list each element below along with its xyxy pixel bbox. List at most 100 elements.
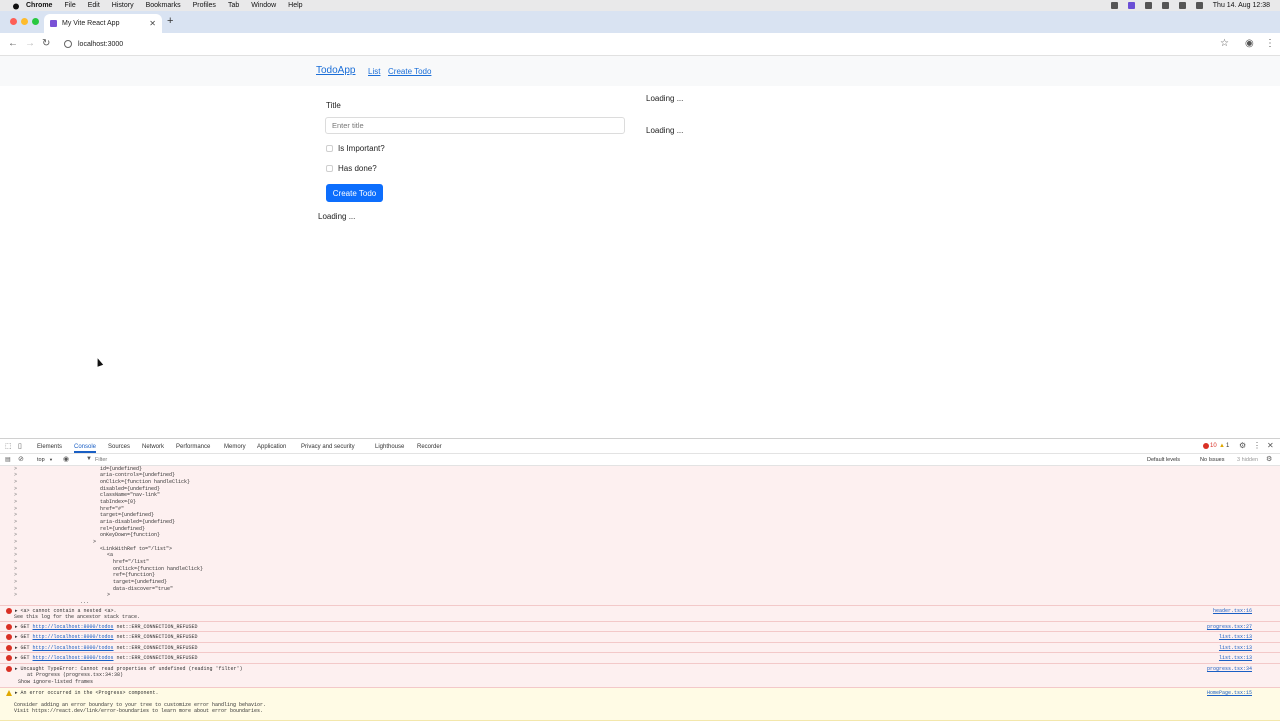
profile-icon[interactable]: ◉ <box>1245 38 1254 49</box>
console-error-row[interactable]: ▸ <a> cannot contain a nested <a>. See th… <box>0 606 1280 622</box>
window-zoom-icon[interactable] <box>32 18 39 25</box>
request-url-link[interactable]: http://localhost:8000/todos <box>33 624 114 630</box>
more-options-icon[interactable]: ⋮ <box>1253 441 1261 450</box>
devtools-tab-performance[interactable]: Performance <box>176 444 210 450</box>
console-filter-input[interactable]: Filter <box>95 457 107 463</box>
request-url-link[interactable]: http://localhost:8000/todos <box>33 634 114 640</box>
issues-link[interactable]: No Issues <box>1200 457 1224 463</box>
expand-arrow-icon[interactable]: > <box>14 479 17 485</box>
important-checkbox[interactable] <box>326 145 333 152</box>
expand-arrow-icon[interactable]: > <box>14 539 17 545</box>
source-link[interactable]: header.tsx:16 <box>1213 608 1252 614</box>
console-settings-icon[interactable]: ⚙ <box>1266 455 1272 463</box>
site-info-icon[interactable] <box>64 40 72 48</box>
console-error-row[interactable]: ▸ GET http://localhost:8000/todos net::E… <box>0 632 1280 643</box>
context-selector[interactable]: top <box>37 457 45 463</box>
device-toolbar-icon[interactable]: ▯ <box>18 442 22 450</box>
eye-icon[interactable]: ◉ <box>63 455 69 463</box>
stack-trace-line: onClick={function handleClick} <box>100 479 191 485</box>
reload-icon[interactable]: ↻ <box>42 38 50 49</box>
devtools-tab-lighthouse[interactable]: Lighthouse <box>375 444 404 450</box>
error-count-icon[interactable] <box>1203 443 1209 449</box>
new-tab-icon[interactable]: + <box>167 15 173 27</box>
status-icon[interactable] <box>1110 2 1118 9</box>
spotlight-icon[interactable] <box>1178 2 1186 9</box>
expand-arrow-icon[interactable]: > <box>14 492 17 498</box>
bookmark-star-icon[interactable]: ☆ <box>1220 38 1229 49</box>
title-input[interactable] <box>325 117 625 134</box>
expand-arrow-icon[interactable]: > <box>14 552 17 558</box>
menu-app-name[interactable]: Chrome <box>26 2 52 9</box>
devtools-tab-sources[interactable]: Sources <box>108 444 130 450</box>
expand-arrow-icon[interactable]: > <box>14 519 17 525</box>
devtools-tab-network[interactable]: Network <box>142 444 164 450</box>
done-checkbox[interactable] <box>326 165 333 172</box>
back-arrow-icon[interactable]: ← <box>8 38 18 49</box>
forward-arrow-icon[interactable]: → <box>25 38 35 49</box>
address-bar[interactable]: localhost:3000 <box>58 37 1238 52</box>
devtools-tab-memory[interactable]: Memory <box>224 444 246 450</box>
control-center-icon[interactable] <box>1195 2 1203 9</box>
menu-edit[interactable]: Edit <box>88 2 100 9</box>
source-link[interactable]: HomePage.tsx:15 <box>1207 690 1252 696</box>
menu-history[interactable]: History <box>112 2 134 9</box>
menu-window[interactable]: Window <box>251 2 276 9</box>
menu-file[interactable]: File <box>64 2 75 9</box>
request-url-link[interactable]: http://localhost:8000/todos <box>33 645 114 651</box>
window-minimize-icon[interactable] <box>21 18 28 25</box>
brand-link[interactable]: TodoApp <box>316 65 355 76</box>
sidebar-toggle-icon[interactable]: ▤ <box>5 456 11 463</box>
warning-count[interactable]: 1 <box>1226 443 1229 449</box>
close-devtools-icon[interactable]: ✕ <box>1267 441 1274 450</box>
devtools-tab-elements[interactable]: Elements <box>37 444 62 450</box>
tab-close-icon[interactable]: ✕ <box>149 19 156 28</box>
clear-console-icon[interactable]: ⊘ <box>18 455 24 463</box>
source-link[interactable]: list.tsx:13 <box>1219 634 1252 640</box>
devtools-tab-application[interactable]: Application <box>257 444 286 450</box>
expand-arrow-icon[interactable]: > <box>14 572 17 578</box>
menu-bookmarks[interactable]: Bookmarks <box>146 2 181 9</box>
wifi-icon[interactable] <box>1161 2 1169 9</box>
devtools-tab-privacy[interactable]: Privacy and security <box>301 444 355 450</box>
log-levels-dropdown[interactable]: Default levels <box>1147 457 1180 463</box>
menubar-clock[interactable]: Thu 14. Aug 12:38 <box>1213 2 1270 9</box>
nav-link-create-todo[interactable]: Create Todo <box>388 67 431 76</box>
apple-icon[interactable] <box>12 2 20 10</box>
warning-count-icon[interactable]: ▲ <box>1219 443 1225 449</box>
expand-arrow-icon[interactable]: > <box>14 499 17 505</box>
inspect-element-icon[interactable]: ⬚ <box>5 442 12 450</box>
source-link[interactable]: list.tsx:13 <box>1219 655 1252 661</box>
create-todo-button[interactable]: Create Todo <box>326 184 383 202</box>
source-link[interactable]: list.tsx:13 <box>1219 645 1252 651</box>
screen-record-icon[interactable] <box>1127 2 1135 9</box>
expand-arrow-icon[interactable]: > <box>14 472 17 478</box>
console-error-row[interactable]: ▸ GET http://localhost:8000/todos net::E… <box>0 622 1280 632</box>
source-link[interactable]: progress.tsx:27 <box>1207 624 1252 630</box>
console-toolbar: ▤ ⊘ top ▼ ◉ ▼ Filter Default levels No I… <box>0 454 1280 466</box>
tab-title: My Vite React App <box>62 20 120 27</box>
window-close-icon[interactable] <box>10 18 17 25</box>
settings-gear-icon[interactable]: ⚙ <box>1239 441 1246 450</box>
console-error-row[interactable]: ▸ GET http://localhost:8000/todos net::E… <box>0 643 1280 653</box>
menu-help[interactable]: Help <box>288 2 302 9</box>
expand-arrow-icon[interactable]: > <box>14 512 17 518</box>
console-warning-row[interactable]: ▸ An error occurred in the <Progress> co… <box>0 688 1280 721</box>
devtools-tab-recorder[interactable]: Recorder <box>417 444 442 450</box>
expand-arrow-icon[interactable]: > <box>14 579 17 585</box>
devtools-panel: ⬚ ▯ Elements Console Sources Network Per… <box>0 438 1280 721</box>
nav-link-list[interactable]: List <box>368 67 380 76</box>
devtools-tab-console[interactable]: Console <box>74 444 97 453</box>
menu-profiles[interactable]: Profiles <box>193 2 216 9</box>
source-link[interactable]: progress.tsx:34 <box>1207 666 1252 672</box>
browser-tab[interactable]: My Vite React App ✕ <box>44 14 162 33</box>
chrome-menu-icon[interactable]: ⋮ <box>1265 38 1275 49</box>
expand-arrow-icon[interactable]: > <box>14 592 17 598</box>
battery-icon[interactable] <box>1144 2 1152 9</box>
error-count[interactable]: 10 <box>1210 443 1217 449</box>
request-url-link[interactable]: http://localhost:8000/todos <box>33 655 114 661</box>
menu-tab[interactable]: Tab <box>228 2 239 9</box>
expand-arrow-icon[interactable]: > <box>14 532 17 538</box>
console-error-row[interactable]: ▸ Uncaught TypeError: Cannot read proper… <box>0 664 1280 688</box>
console-error-row[interactable]: ▸ GET http://localhost:8000/todos net::E… <box>0 653 1280 664</box>
expand-arrow-icon[interactable]: > <box>14 559 17 565</box>
